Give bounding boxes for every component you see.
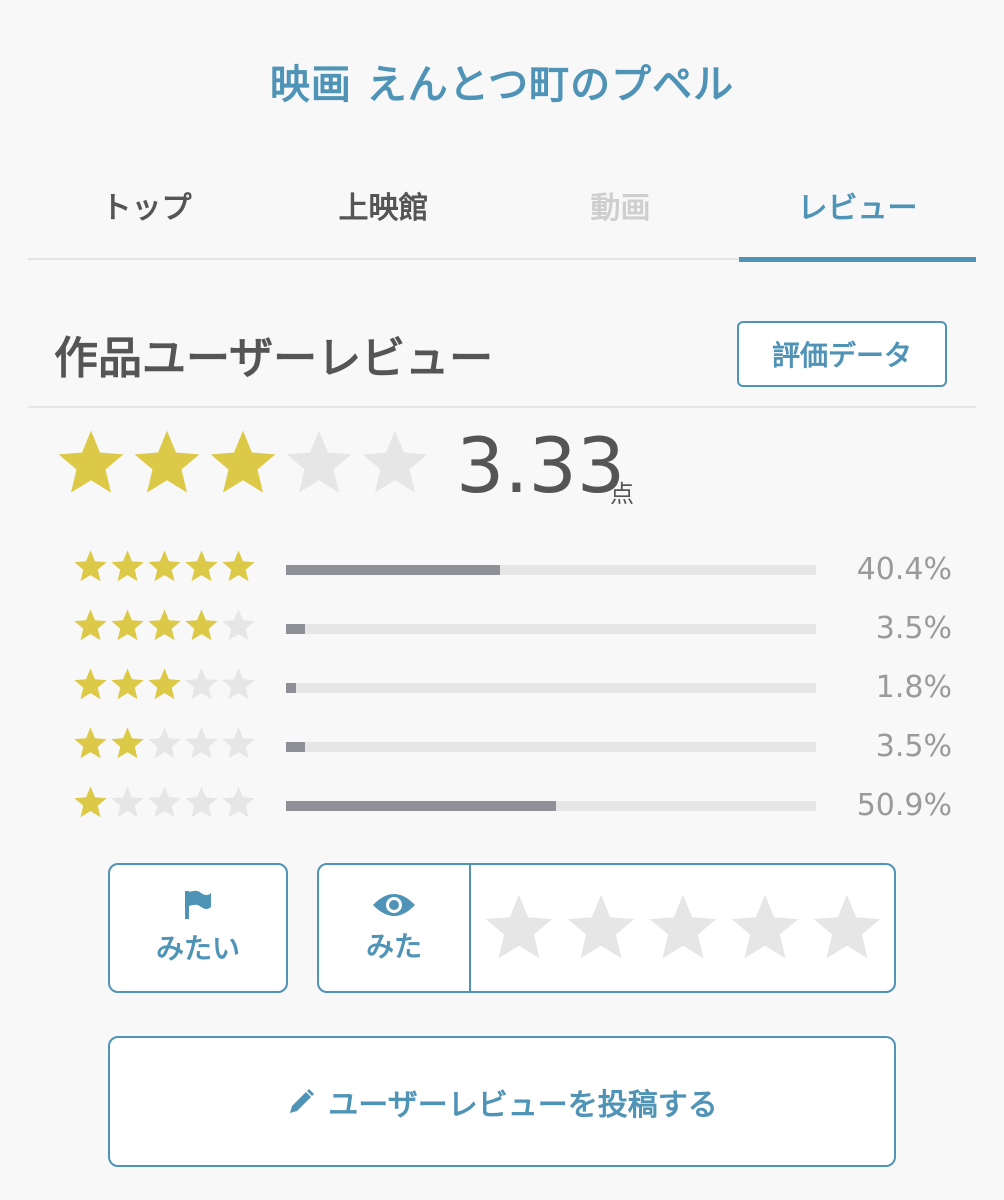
star-empty-icon [185, 786, 218, 818]
want-label: みたい [155, 932, 240, 965]
rate-star-2-icon[interactable] [563, 890, 639, 966]
tab-reviews[interactable]: レビュー [739, 180, 976, 262]
star-empty-icon [362, 430, 428, 493]
average-rating-stars [54, 426, 432, 500]
star-empty-icon [222, 609, 255, 641]
star-filled-icon [74, 550, 107, 582]
rating-distribution: 40.4% 3.5% 1.8% 3.5% 50.9% [72, 548, 952, 843]
star-filled-icon [111, 727, 144, 759]
distribution-stars [72, 725, 257, 762]
star-filled-icon [111, 609, 144, 641]
distribution-bar [286, 683, 816, 693]
distribution-row-2-stars: 3.5% [72, 725, 952, 784]
tab-bar: トップ 上映館 動画 レビュー [28, 180, 976, 262]
star-filled-icon [148, 668, 181, 700]
star-empty-icon [185, 668, 218, 700]
star-filled-icon [222, 550, 255, 582]
star-filled-icon [74, 609, 107, 641]
star-empty-icon [148, 727, 181, 759]
star-empty-icon [222, 786, 255, 818]
distribution-bar [286, 742, 816, 752]
star-empty-icon [222, 668, 255, 700]
flag-icon [185, 890, 211, 919]
distribution-stars [72, 607, 257, 644]
tab-top[interactable]: トップ [28, 180, 265, 258]
star-filled-icon [74, 668, 107, 700]
tab-theaters[interactable]: 上映館 [265, 180, 502, 258]
star-filled-icon [111, 668, 144, 700]
star-filled-icon [210, 430, 276, 493]
rate-star-4-icon[interactable] [727, 890, 803, 966]
distribution-stars [72, 548, 257, 585]
distribution-stars [72, 784, 257, 821]
page-title: 映画 えんとつ町のプペル [269, 62, 735, 108]
rate-star-3-icon[interactable] [645, 890, 721, 966]
distribution-bar-fill [286, 565, 501, 575]
star-empty-icon [286, 430, 352, 493]
star-filled-icon [134, 430, 200, 493]
eye-icon [373, 894, 415, 916]
distribution-row-4-stars: 3.5% [72, 607, 952, 666]
star-filled-icon [185, 550, 218, 582]
section-divider [28, 406, 976, 408]
seen-label: みた [365, 930, 422, 963]
seen-rating-box: みた [317, 863, 896, 993]
star-filled-icon [111, 550, 144, 582]
star-empty-icon [222, 727, 255, 759]
post-review-label: ユーザーレビューを投稿する [328, 1087, 718, 1123]
star-filled-icon [185, 609, 218, 641]
distribution-row-3-stars: 1.8% [72, 666, 952, 725]
star-empty-icon [111, 786, 144, 818]
distribution-bar-fill [286, 742, 305, 752]
distribution-bar [286, 565, 816, 575]
seen-button[interactable]: みた [319, 865, 471, 991]
star-filled-icon [74, 786, 107, 818]
distribution-bar-fill [286, 801, 556, 811]
distribution-bar [286, 624, 816, 634]
rate-star-5-icon[interactable] [809, 890, 885, 966]
distribution-row-5-stars: 40.4% [72, 548, 952, 607]
distribution-bar-fill [286, 683, 296, 693]
pencil-icon [290, 1088, 315, 1113]
section-title: 作品ユーザーレビュー [54, 333, 494, 384]
star-empty-icon [148, 786, 181, 818]
star-empty-icon [185, 727, 218, 759]
score-unit: 点 [610, 480, 634, 508]
rate-star-1-icon[interactable] [481, 890, 557, 966]
distribution-stars [72, 666, 257, 703]
distribution-bar-fill [286, 624, 305, 634]
distribution-percent: 40.4% [856, 552, 952, 587]
star-filled-icon [148, 550, 181, 582]
distribution-percent: 3.5% [875, 611, 952, 646]
distribution-bar [286, 801, 816, 811]
distribution-percent: 50.9% [856, 788, 952, 823]
star-filled-icon [148, 609, 181, 641]
average-score: 3.33 [456, 421, 626, 510]
tab-videos: 動画 [590, 191, 651, 226]
distribution-percent: 3.5% [875, 729, 952, 764]
star-filled-icon [74, 727, 107, 759]
post-review-button[interactable]: ユーザーレビューを投稿する [108, 1036, 896, 1167]
star-filled-icon [58, 430, 124, 493]
distribution-row-1-stars: 50.9% [72, 784, 952, 843]
rate-stars [471, 865, 894, 991]
distribution-percent: 1.8% [875, 670, 952, 705]
want-to-see-button[interactable]: みたい [108, 863, 288, 993]
rating-data-button[interactable]: 評価データ [737, 321, 947, 387]
